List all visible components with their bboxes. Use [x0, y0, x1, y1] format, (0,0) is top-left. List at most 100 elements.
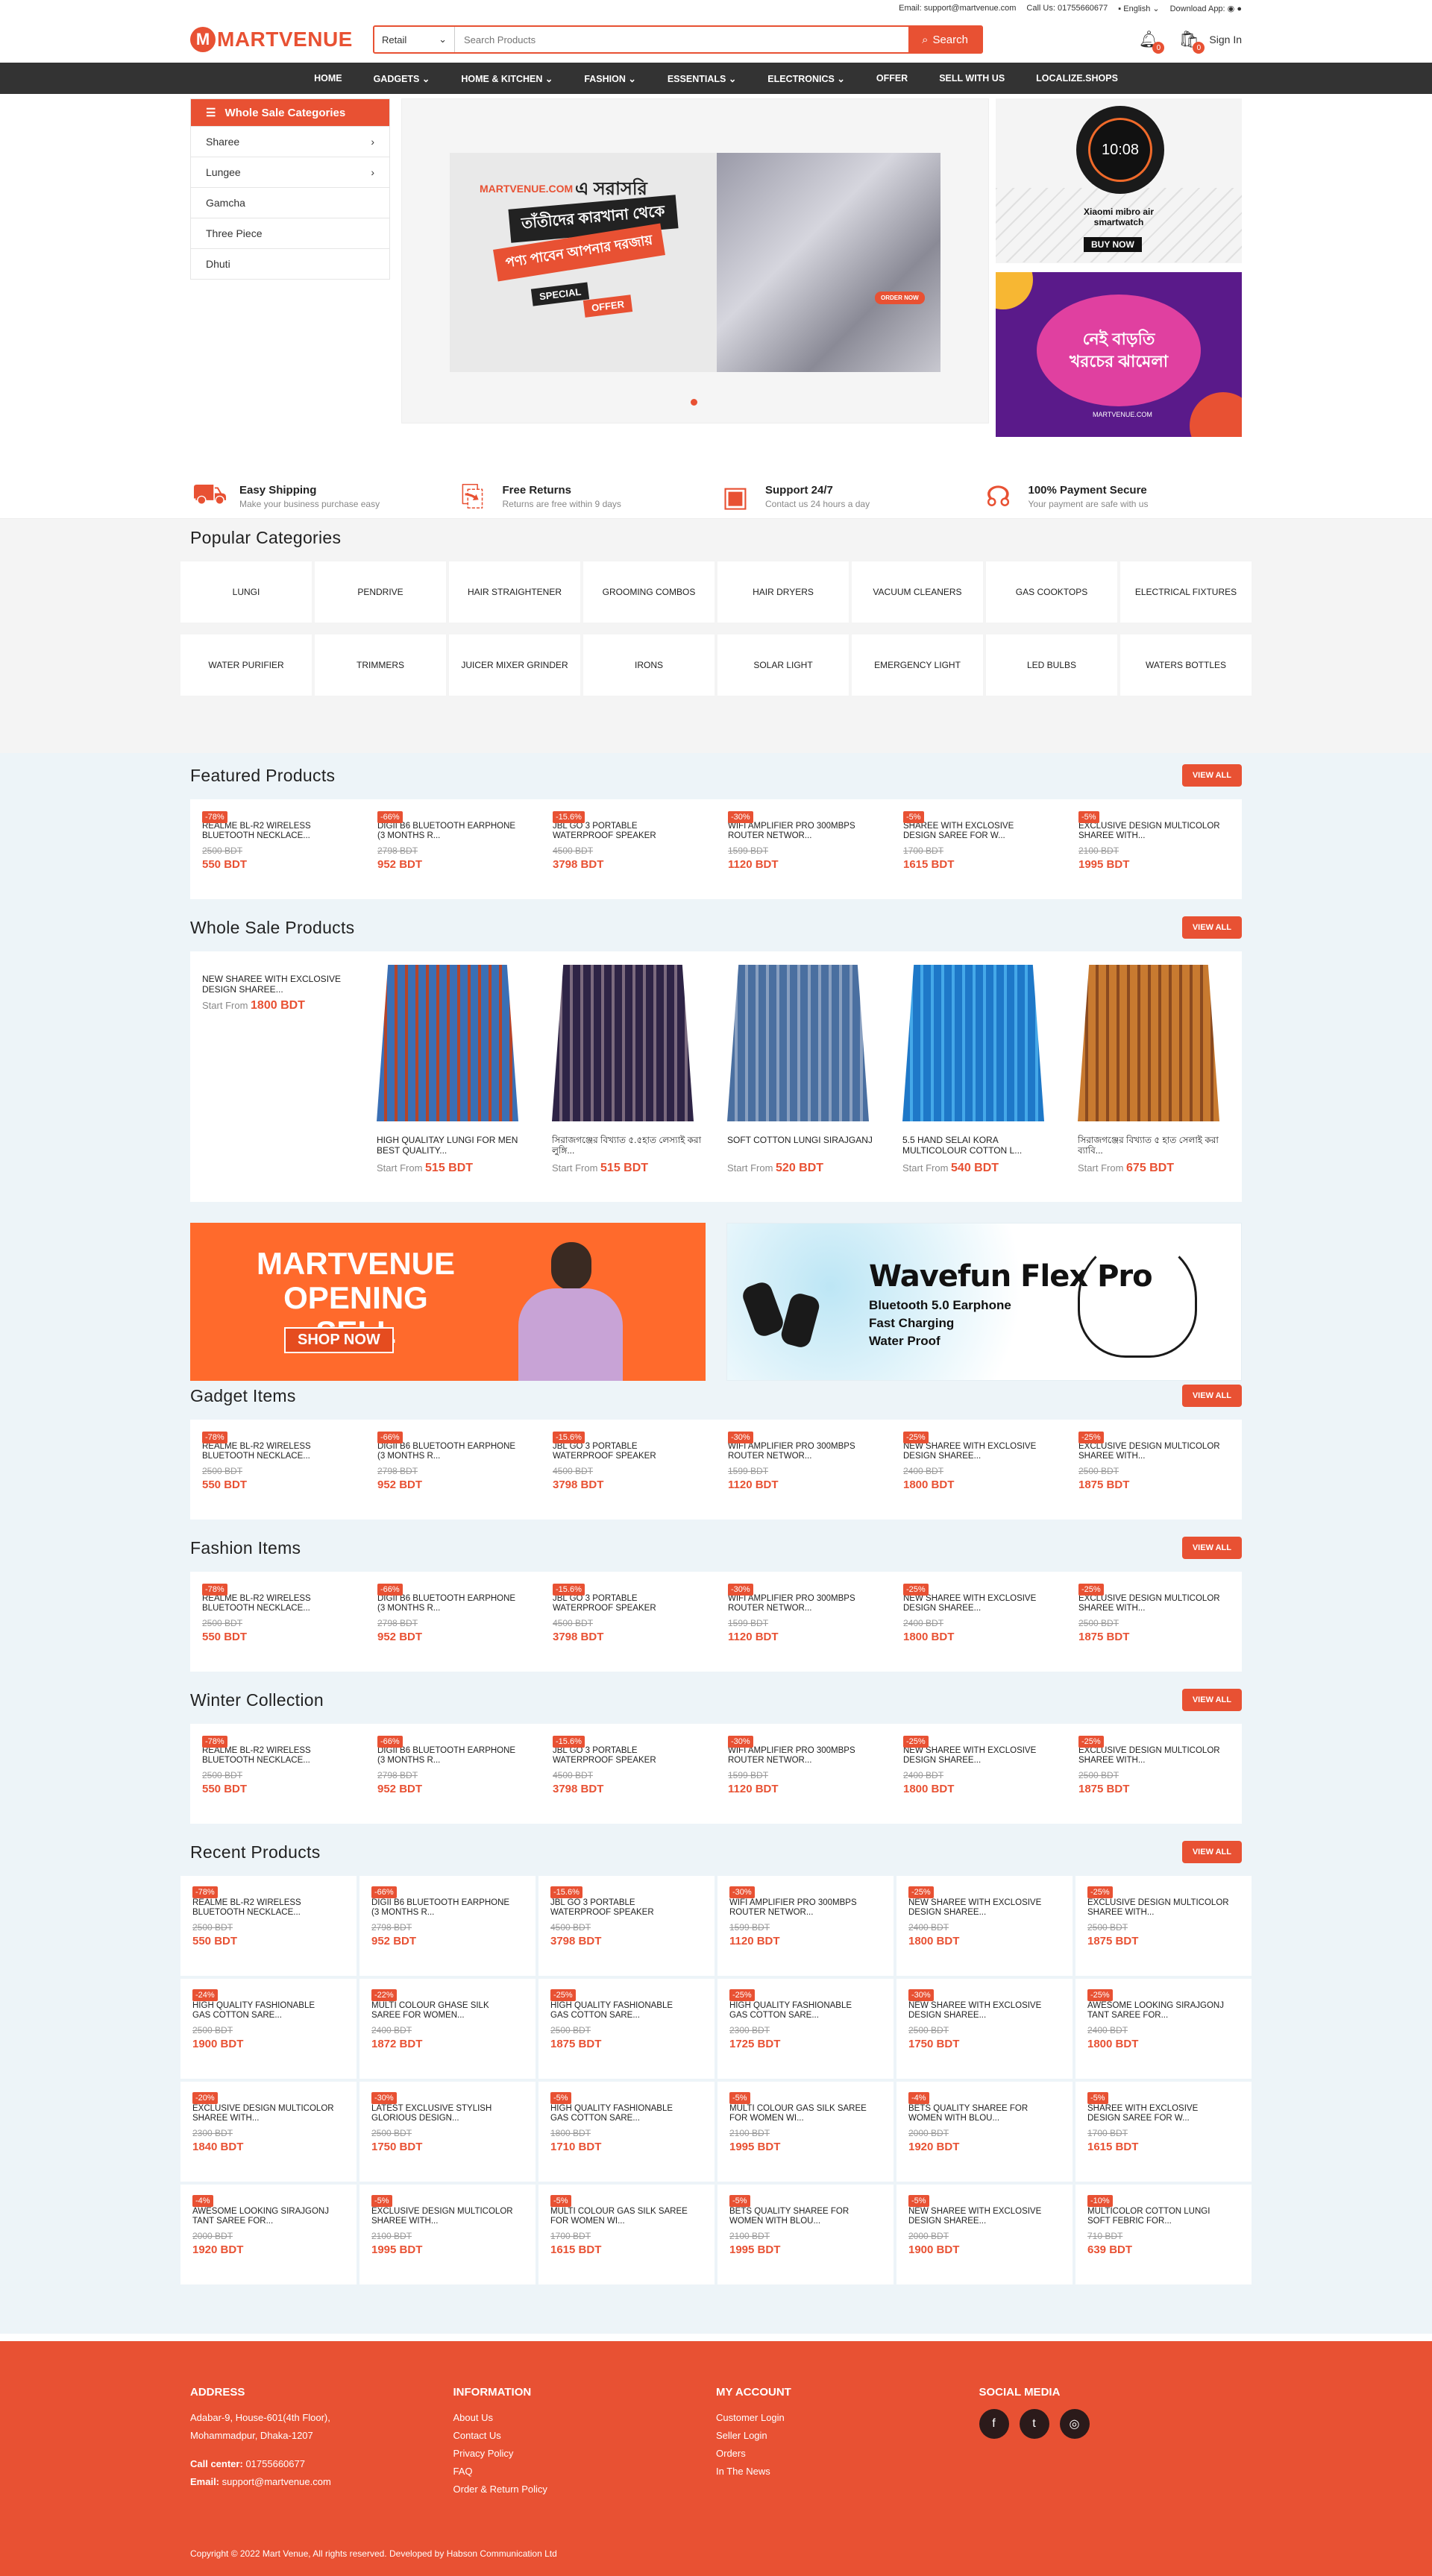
category-three-piece[interactable]: Three Piece — [191, 218, 389, 248]
product-card[interactable]: -78% REALME BL-R2 WIRELESS BLUETOOTH NECK… — [190, 811, 365, 899]
product-card[interactable]: -15.6% JBL GO 3 PORTABLE WATERPROOF SPEAK… — [541, 1736, 716, 1824]
footer-link[interactable]: Contact Us — [453, 2427, 717, 2445]
product-card[interactable]: -25% EXCLUSIVE DESIGN MULTICOLOR SHAREE W… — [1067, 1584, 1242, 1672]
cart-button[interactable]: 🛍︎ 0 — [1178, 30, 1205, 54]
view-all-button[interactable]: VIEW ALL — [1181, 764, 1242, 787]
product-card[interactable]: -30% WIFI AMPLIFIER PRO 300MBPS ROUTER NE… — [716, 811, 891, 899]
apple-icon[interactable]: ● — [1237, 4, 1242, 13]
category-tile[interactable]: LUNGI — [180, 561, 312, 623]
sign-in-link[interactable]: Sign In — [1209, 34, 1242, 45]
category-tile[interactable]: WATER PURIFIER — [180, 634, 312, 696]
nav-essentials[interactable]: ESSENTIALS ⌄ — [668, 73, 736, 84]
nav-electronics[interactable]: ELECTRONICS ⌄ — [767, 73, 845, 84]
category-gamcha[interactable]: Gamcha — [191, 187, 389, 218]
product-card[interactable]: -15.6% JBL GO 3 PORTABLE WATERPROOF SPEAK… — [541, 1584, 716, 1672]
product-card[interactable]: -25% EXCLUSIVE DESIGN MULTICOLOR SHAREE W… — [1067, 1432, 1242, 1520]
category-tile[interactable]: GROOMING COMBOS — [583, 561, 715, 623]
footer-link[interactable]: Order & Return Policy — [453, 2481, 717, 2498]
category-tile[interactable]: WATERS BOTTLES — [1120, 634, 1252, 696]
opening-sell-banner[interactable]: MARTVENUE OPENING SELL SHOP NOW — [190, 1223, 706, 1381]
site-logo[interactable]: M MARTVENUE — [190, 27, 358, 52]
android-icon[interactable]: ◉ — [1228, 4, 1235, 13]
contact-phone[interactable]: Call Us: 01755660677 — [1026, 4, 1108, 13]
product-card[interactable]: -25% EXCLUSIVE DESIGN MULTICOLOR SHAREE W… — [1067, 1736, 1242, 1824]
product-card[interactable]: -25% NEW SHAREE WITH EXCLOSIVE DESIGN SHA… — [891, 1432, 1067, 1520]
slider-dot[interactable] — [691, 399, 697, 406]
product-card[interactable]: -30% WIFI AMPLIFIER PRO 300MBPS ROUTER NE… — [717, 1876, 894, 1976]
view-all-button[interactable]: VIEW ALL — [1181, 916, 1242, 939]
product-card[interactable]: -5% MULTI COLOUR GAS SILK SAREE FOR WOMEN… — [538, 2185, 715, 2284]
product-card[interactable]: -5% MULTI COLOUR GAS SILK SAREE FOR WOMEN… — [717, 2082, 894, 2182]
contact-email[interactable]: Email: support@martvenue.com — [899, 4, 1016, 13]
product-card[interactable]: -15.6% JBL GO 3 PORTABLE WATERPROOF SPEAK… — [541, 811, 716, 899]
search-input[interactable] — [455, 27, 908, 52]
category-tile[interactable]: GAS COOKTOPS — [986, 561, 1117, 623]
footer-link[interactable]: FAQ — [453, 2463, 717, 2481]
product-card[interactable]: -30% WIFI AMPLIFIER PRO 300MBPS ROUTER NE… — [716, 1584, 891, 1672]
product-card[interactable]: -15.6% JBL GO 3 PORTABLE WATERPROOF SPEAK… — [538, 1876, 715, 1976]
nav-offer[interactable]: OFFER — [876, 73, 908, 84]
footer-link[interactable]: Privacy Policy — [453, 2445, 717, 2463]
hero-slide[interactable]: MARTVENUE.COM এ সরাসরি তাঁতীদের কারখানা … — [450, 153, 940, 372]
nav-gadgets[interactable]: GADGETS ⌄ — [374, 73, 430, 84]
buy-now-button[interactable]: BUY NOW — [1084, 237, 1142, 252]
product-card[interactable]: -30% WIFI AMPLIFIER PRO 300MBPS ROUTER NE… — [716, 1432, 891, 1520]
category-tile[interactable]: JUICER MIXER GRINDER — [449, 634, 580, 696]
category-dhuti[interactable]: Dhuti — [191, 248, 389, 279]
product-card[interactable]: -25% HIGH QUALITY FASHIONABLE GAS COTTON … — [538, 1979, 715, 2079]
view-all-button[interactable]: VIEW ALL — [1181, 1841, 1242, 1863]
product-card[interactable]: -5% SHAREE WITH EXCLOSIVE DESIGN SAREE FO… — [891, 811, 1067, 899]
product-card[interactable]: -30% WIFI AMPLIFIER PRO 300MBPS ROUTER NE… — [716, 1736, 891, 1824]
category-sharee[interactable]: Sharee › — [191, 126, 389, 157]
view-all-button[interactable]: VIEW ALL — [1181, 1689, 1242, 1711]
product-card[interactable]: -25% AWESOME LOOKING SIRAJGONJ TANT SAREE… — [1075, 1979, 1252, 2079]
wholesale-product-card[interactable]: 5.5 HAND SELAI KORA MULTICOLOUR COTTON L… — [902, 965, 1078, 1175]
category-tile[interactable]: SOLAR LIGHT — [717, 634, 849, 696]
hero-slider[interactable]: MARTVENUE.COM এ সরাসরি তাঁতীদের কারখানা … — [401, 98, 989, 423]
category-tile[interactable]: TRIMMERS — [315, 634, 446, 696]
language-selector[interactable]: ▪ English ⌄ — [1118, 4, 1159, 13]
notification-bell[interactable]: 🔔︎ 0 — [1138, 30, 1165, 54]
nav-localize-shops[interactable]: LOCALIZE.SHOPS — [1036, 73, 1118, 84]
product-card[interactable]: -20% EXCLUSIVE DESIGN MULTICOLOR SHAREE W… — [180, 2082, 357, 2182]
category-tile[interactable]: HAIR DRYERS — [717, 561, 849, 623]
free-delivery-banner[interactable]: নেই বাড়তি খরচের ঝামেলা MARTVENUE.COM — [996, 272, 1242, 437]
nav-sell-with-us[interactable]: SELL WITH US — [939, 73, 1005, 84]
product-card[interactable]: -25% HIGH QUALITY FASHIONABLE GAS COTTON … — [717, 1979, 894, 2079]
wholesale-product-card[interactable]: সিরাজগঞ্জের বিখ্যাত ৫ হাত সেলাই করা ব্যা… — [1078, 965, 1253, 1175]
product-card[interactable]: -78% REALME BL-R2 WIRELESS BLUETOOTH NECK… — [180, 1876, 357, 1976]
nav-home[interactable]: HOME — [314, 73, 342, 84]
wholesale-product-card[interactable]: HIGH QUALITAY LUNGI FOR MEN BEST QUALITY… — [377, 965, 552, 1175]
product-card[interactable]: -5% EXCLUSIVE DESIGN MULTICOLOR SHAREE WI… — [359, 2185, 536, 2284]
category-tile[interactable]: ELECTRICAL FIXTURES — [1120, 561, 1252, 623]
product-card[interactable]: -25% NEW SHAREE WITH EXCLOSIVE DESIGN SHA… — [896, 1876, 1073, 1976]
nav-home-kitchen[interactable]: HOME & KITCHEN ⌄ — [461, 73, 553, 84]
footer-link[interactable]: Customer Login — [716, 2409, 979, 2427]
category-lungee[interactable]: Lungee › — [191, 157, 389, 187]
nav-fashion[interactable]: FASHION ⌄ — [584, 73, 636, 84]
product-card[interactable]: -5% HIGH QUALITY FASHIONABLE GAS COTTON S… — [538, 2082, 715, 2182]
wholesale-lead-product[interactable]: NEW SHAREE WITH EXCLOSIVE DESIGN SHAREE.… — [202, 974, 351, 1012]
product-card[interactable]: -66% DIGII B6 BLUETOOTH EARPHONE (3 MONTH… — [365, 811, 541, 899]
product-card[interactable]: -5% BETS QUALITY SHAREE FOR WOMEN WITH BL… — [717, 2185, 894, 2284]
category-tile[interactable]: IRONS — [583, 634, 715, 696]
product-card[interactable]: -66% DIGII B6 BLUETOOTH EARPHONE (3 MONTH… — [359, 1876, 536, 1976]
product-card[interactable]: -66% DIGII B6 BLUETOOTH EARPHONE (3 MONTH… — [365, 1432, 541, 1520]
product-card[interactable]: -78% REALME BL-R2 WIRELESS BLUETOOTH NECK… — [190, 1736, 365, 1824]
footer-link[interactable]: In The News — [716, 2463, 979, 2481]
view-all-button[interactable]: VIEW ALL — [1181, 1537, 1242, 1559]
category-tile[interactable]: LED BULBS — [986, 634, 1117, 696]
category-tile[interactable]: EMERGENCY LIGHT — [852, 634, 983, 696]
product-card[interactable]: -66% DIGII B6 BLUETOOTH EARPHONE (3 MONTH… — [365, 1736, 541, 1824]
product-card[interactable]: -22% MULTI COLOUR GHASE SILK SAREE FOR WO… — [359, 1979, 536, 2079]
product-card[interactable]: -30% LATEST EXCLUSIVE STYLISH GLORIOUS DE… — [359, 2082, 536, 2182]
smartwatch-banner[interactable]: 10:08 Xiaomi mibro air smartwatch BUY NO… — [996, 98, 1242, 263]
product-card[interactable]: -15.6% JBL GO 3 PORTABLE WATERPROOF SPEAK… — [541, 1432, 716, 1520]
shop-now-button[interactable]: SHOP NOW — [284, 1327, 394, 1353]
product-card[interactable]: -78% REALME BL-R2 WIRELESS BLUETOOTH NECK… — [190, 1432, 365, 1520]
product-card[interactable]: -25% NEW SHAREE WITH EXCLOSIVE DESIGN SHA… — [891, 1736, 1067, 1824]
product-card[interactable]: -4% AWESOME LOOKING SIRAJGONJ TANT SAREE … — [180, 2185, 357, 2284]
facebook-icon[interactable]: f — [979, 2409, 1009, 2439]
wholesale-product-card[interactable]: সিরাজগঞ্জের বিখ্যাত ৫.৫হাত লেস্যাই করা ল… — [552, 965, 727, 1175]
footer-link[interactable]: Seller Login — [716, 2427, 979, 2445]
